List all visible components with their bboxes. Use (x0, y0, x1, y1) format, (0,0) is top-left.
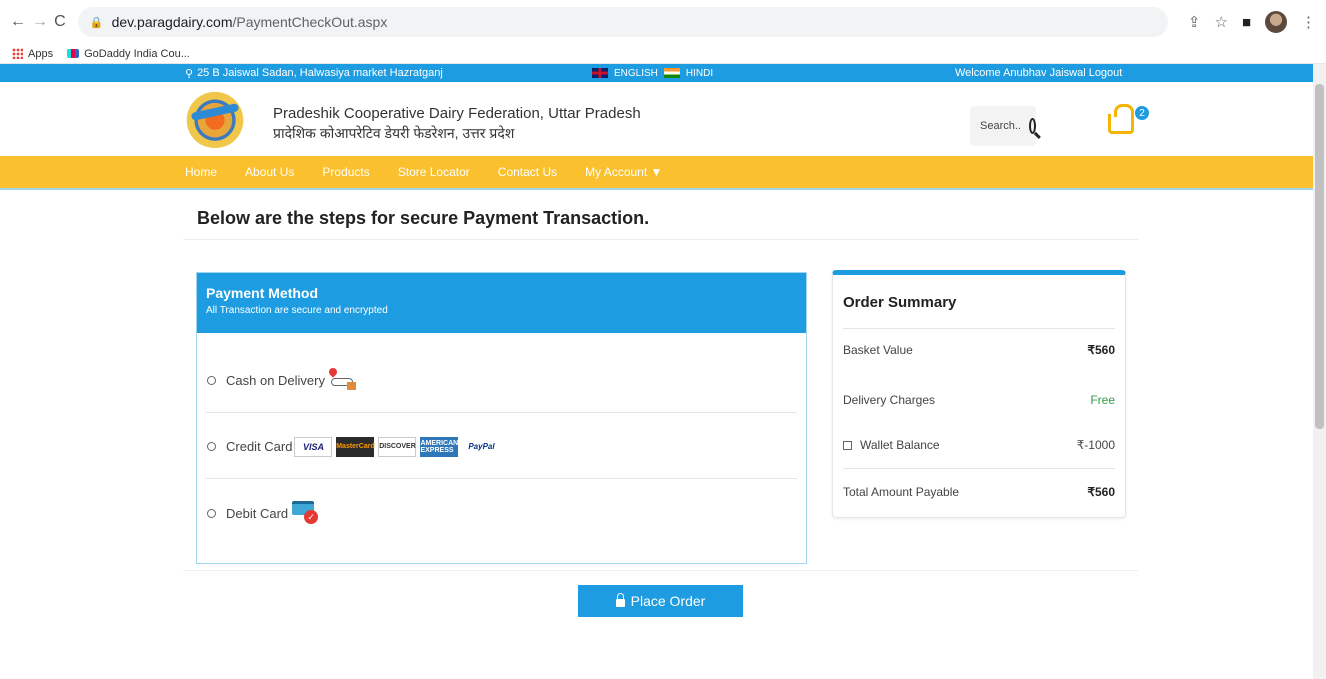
mastercard-logo: MasterCard (336, 436, 375, 457)
option-label: Debit Card (226, 505, 289, 521)
godaddy-icon (67, 49, 80, 58)
paypal-logo: PayPal (462, 436, 501, 457)
apps-grid-icon (12, 48, 23, 59)
summary-row-total: Total Amount Payable ₹560 (843, 485, 1115, 499)
menu-kebab-icon[interactable]: ⋮ (1301, 13, 1316, 31)
url-path: /PaymentCheckOut.aspx (232, 14, 388, 30)
nav-store-locator[interactable]: Store Locator (398, 165, 470, 179)
checkout-content: Below are the steps for secure Payment T… (0, 190, 1326, 617)
india-flag-icon (663, 68, 680, 78)
summary-row-wallet: Wallet Balance ₹-1000 (843, 438, 1115, 452)
lock-icon (615, 593, 625, 607)
payment-option-cod[interactable]: Cash on Delivery (206, 349, 797, 413)
address-text: 25 B Jaiswal Sadan, Halwasiya market Haz… (197, 67, 443, 79)
wallet-checkbox[interactable] (843, 441, 852, 451)
lang-hindi-link[interactable]: HINDI (686, 68, 713, 79)
bookmark-apps[interactable]: Apps (12, 48, 53, 60)
radio-cod[interactable] (207, 376, 216, 385)
radio-debit-card[interactable] (207, 508, 216, 518)
amex-logo: AMERICAN EXPRESS (420, 436, 459, 457)
scrollbar-thumb[interactable] (1315, 84, 1324, 429)
divider (843, 468, 1115, 469)
summary-label: Total Amount Payable (843, 485, 960, 499)
address-bar[interactable]: 🔒 dev.paragdairy.com/PaymentCheckOut.asp… (77, 7, 1168, 37)
debit-card-icon: ✓ (290, 499, 320, 527)
org-name-hindi: प्रादेशिक कोआपरेटिव डेयरी फेडरेशन, उत्तर… (273, 125, 515, 141)
welcome-logout-link[interactable]: Welcome Anubhav Jaiswal Logout (955, 67, 1122, 79)
summary-value: ₹560 (1087, 343, 1115, 357)
bookmark-godaddy[interactable]: GoDaddy India Cou... (67, 48, 190, 60)
summary-label: Delivery Charges (843, 393, 936, 407)
summary-value: ₹560 (1087, 485, 1115, 499)
profile-avatar[interactable] (1265, 11, 1287, 33)
browser-toolbar: ← → C 🔒 dev.paragdairy.com/PaymentCheckO… (0, 0, 1326, 44)
lock-icon: 🔒 (89, 16, 104, 29)
option-label: Cash on Delivery (226, 373, 325, 388)
card-brand-logos: VISA MasterCard DISCOVER AMERICAN EXPRES… (294, 436, 501, 457)
payment-option-credit-card[interactable]: Credit Card VISA MasterCard DISCOVER AME… (206, 415, 797, 479)
order-summary-panel: Order Summary Basket Value ₹560 Delivery… (832, 270, 1126, 518)
site-header: Pradeshik Cooperative Dairy Federation, … (0, 82, 1326, 156)
main-nav: Home About Us Products Store Locator Con… (0, 156, 1326, 190)
divider (183, 239, 1138, 240)
radio-credit-card[interactable] (207, 442, 216, 451)
divider (183, 570, 1138, 571)
nav-my-account[interactable]: My Account ▼ (585, 165, 662, 179)
nav-home[interactable]: Home (185, 165, 217, 179)
url-host: dev.paragdairy.com (111, 14, 233, 30)
summary-row-basket: Basket Value ₹560 (843, 343, 1115, 357)
org-name-english: Pradeshik Cooperative Dairy Federation, … (273, 105, 641, 122)
uk-flag-icon (592, 68, 608, 78)
discover-logo: DISCOVER (378, 436, 417, 457)
back-arrow-icon[interactable]: ← (10, 11, 26, 33)
forward-arrow-icon[interactable]: → (32, 11, 48, 33)
search-icon[interactable] (1028, 118, 1036, 134)
visa-logo: VISA (294, 436, 333, 457)
order-summary-title: Order Summary (843, 294, 957, 311)
sidepanel-icon[interactable]: ■ (1242, 14, 1251, 31)
language-switcher: ENGLISH HINDI (592, 68, 713, 79)
cart-button[interactable]: 2 (1108, 104, 1149, 134)
place-order-button[interactable]: Place Order (578, 585, 743, 617)
nav-about-us[interactable]: About Us (245, 165, 294, 179)
payment-subtitle: All Transaction are secure and encrypted (206, 305, 388, 316)
store-address: ⚲ 25 B Jaiswal Sadan, Halwasiya market H… (185, 67, 443, 80)
search-input[interactable]: Search.. (970, 106, 1036, 146)
summary-label: Basket Value (843, 343, 913, 357)
page-scrollbar[interactable] (1313, 64, 1326, 679)
divider (843, 328, 1115, 329)
summary-value: Free (1090, 393, 1115, 407)
share-icon[interactable]: ⇪ (1188, 13, 1201, 31)
location-pin-icon: ⚲ (185, 67, 194, 80)
payment-title: Payment Method (206, 285, 319, 301)
option-label: Credit Card (226, 439, 293, 454)
place-order-label: Place Order (630, 593, 706, 609)
bookmarks-bar: Apps GoDaddy India Cou... (0, 44, 1326, 64)
site-topbar: ⚲ 25 B Jaiswal Sadan, Halwasiya market H… (0, 64, 1326, 82)
bookmark-label: GoDaddy India Cou... (84, 47, 190, 60)
payment-panel-header: Payment Method All Transaction are secur… (197, 273, 806, 333)
search-placeholder: Search.. (980, 120, 1021, 132)
summary-row-delivery: Delivery Charges Free (843, 393, 1115, 407)
basket-icon (1108, 104, 1134, 134)
cart-count-badge: 2 (1135, 106, 1149, 120)
nav-contact-us[interactable]: Contact Us (498, 165, 557, 179)
reload-icon[interactable]: C (54, 11, 66, 33)
star-bookmark-icon[interactable]: ☆ (1214, 13, 1227, 31)
parag-logo[interactable] (185, 90, 245, 148)
bookmark-label: Apps (28, 47, 54, 60)
payment-method-panel: Payment Method All Transaction are secur… (196, 272, 807, 564)
lang-english-link[interactable]: ENGLISH (614, 68, 658, 79)
summary-value: ₹-1000 (1076, 438, 1115, 452)
nav-products[interactable]: Products (322, 165, 369, 179)
cash-delivery-icon (327, 365, 357, 394)
summary-label: Wallet Balance (860, 438, 940, 452)
payment-option-debit-card[interactable]: Debit Card ✓ (206, 481, 797, 545)
page-title: Below are the steps for secure Payment T… (197, 208, 650, 228)
